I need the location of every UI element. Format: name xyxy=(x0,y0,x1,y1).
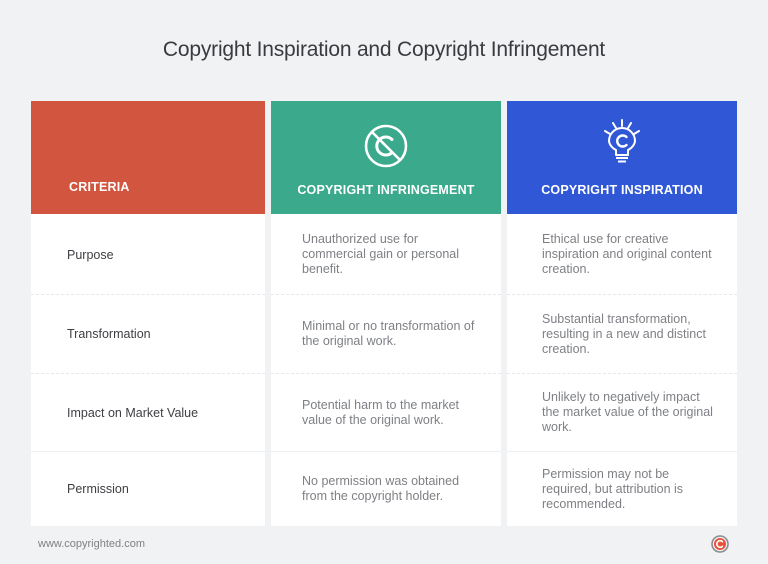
table-row: Ethical use for creative inspiration and… xyxy=(507,215,737,295)
criterion-label: Transformation xyxy=(67,327,151,341)
criterion-label: Permission xyxy=(67,482,129,496)
table-row: Potential harm to the market value of th… xyxy=(271,374,501,452)
infringement-column: COPYRIGHT INFRINGEMENT Unauthorized use … xyxy=(271,101,501,526)
copyrighted-logo-icon xyxy=(711,535,729,553)
inspiration-cell: Substantial transformation, resulting in… xyxy=(542,311,706,356)
inspiration-cell: Ethical use for creative inspiration and… xyxy=(542,232,712,276)
no-copyright-icon xyxy=(364,124,408,168)
table-row: Transformation xyxy=(31,295,265,374)
infringement-header: COPYRIGHT INFRINGEMENT xyxy=(271,101,501,214)
table-row: Minimal or no transformation of the orig… xyxy=(271,295,501,374)
table-row: Purpose xyxy=(31,215,265,295)
infringement-cell: Potential harm to the market value of th… xyxy=(302,397,460,427)
criteria-column: CRITERIA Purpose Transformation Impact o… xyxy=(31,101,265,526)
criterion-label: Purpose xyxy=(67,247,114,262)
infringement-header-label: COPYRIGHT INFRINGEMENT xyxy=(297,183,475,197)
inspiration-cell: Unlikely to negatively impact the market… xyxy=(542,390,713,434)
table-row: Permission may not be required, but attr… xyxy=(507,452,737,526)
inspiration-header-label: COPYRIGHT INSPIRATION xyxy=(541,183,703,197)
criteria-header: CRITERIA xyxy=(31,101,265,214)
table-row: No permission was obtained from the copy… xyxy=(271,452,501,526)
table-row: Substantial transformation, resulting in… xyxy=(507,295,737,374)
table-row: Unlikely to negatively impact the market… xyxy=(507,374,737,452)
inspiration-header: COPYRIGHT INSPIRATION xyxy=(507,101,737,214)
infringement-cell: Minimal or no transformation of the orig… xyxy=(302,319,475,348)
criteria-header-label: CRITERIA xyxy=(69,180,130,194)
footer-url[interactable]: www.copyrighted.com xyxy=(38,538,145,550)
inspiration-cell: Permission may not be required, but attr… xyxy=(542,466,684,511)
inspiration-column: COPYRIGHT INSPIRATION Ethical use for cr… xyxy=(507,101,737,526)
criterion-label: Impact on Market Value xyxy=(67,405,199,420)
infringement-cell: Unauthorized use for commercial gain or … xyxy=(302,232,460,276)
lightbulb-copyright-icon xyxy=(604,119,640,163)
table-row: Impact on Market Value xyxy=(31,374,265,452)
page-title: Copyright Inspiration and Copyright Infr… xyxy=(162,38,606,61)
table-row: Unauthorized use for commercial gain or … xyxy=(271,215,501,295)
table-row: Permission xyxy=(31,452,265,526)
infringement-cell: No permission was obtained from the copy… xyxy=(302,474,460,503)
